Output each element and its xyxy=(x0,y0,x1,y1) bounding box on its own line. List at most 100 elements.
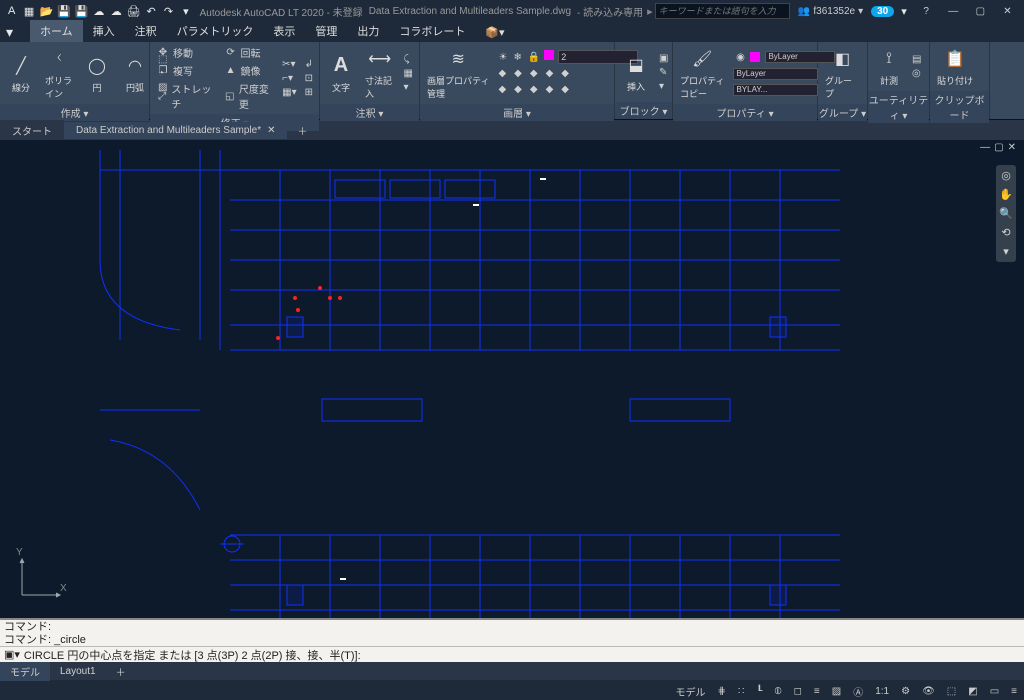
search-input[interactable] xyxy=(655,3,790,19)
layer-tool-3[interactable]: ◆ xyxy=(528,67,540,80)
panel-annotate-title[interactable]: 注釈 ▾ xyxy=(320,104,419,121)
scale-button[interactable]: ◱尺度変更 xyxy=(222,80,277,112)
redo-icon[interactable]: ↷ xyxy=(161,3,176,19)
vc-close-icon[interactable]: ✕ xyxy=(1008,142,1016,153)
layer-properties-button[interactable]: ≋画層プロパティ 管理 xyxy=(424,44,492,102)
modify-extra-3[interactable]: ⊞ xyxy=(303,86,315,99)
text-button[interactable]: A文字 xyxy=(324,51,358,96)
minimize-icon[interactable]: ― xyxy=(941,3,966,19)
panel-layers-title[interactable]: 画層 ▾ xyxy=(420,104,614,121)
panel-draw-title[interactable]: 作成 ▾ xyxy=(0,104,149,121)
layer-lock-icon[interactable]: 🔒 xyxy=(526,50,542,64)
line-button[interactable]: ╱線分 xyxy=(4,51,38,96)
tab-output[interactable]: 出力 xyxy=(347,20,389,42)
status-ws-icon[interactable]: ⚙ xyxy=(898,686,913,697)
user-button[interactable]: 👥 f361352e ▾ xyxy=(798,6,863,17)
layer-tool-8[interactable]: ◆ xyxy=(528,83,540,96)
block-attr[interactable]: ▾ xyxy=(657,80,670,93)
status-iso-icon[interactable]: ⬚ xyxy=(944,686,959,697)
cloud-save-icon[interactable]: ☁ xyxy=(109,3,124,19)
tab-start[interactable]: スタート xyxy=(0,120,64,141)
tab-featured[interactable]: 📦▾ xyxy=(475,23,514,42)
status-annoscale-icon[interactable]: Ⓐ xyxy=(850,684,866,699)
tab-parametric[interactable]: パラメトリック xyxy=(167,20,264,42)
tab-add-button[interactable]: ＋ xyxy=(287,120,317,141)
layer-freeze-icon[interactable]: ❄ xyxy=(511,50,523,64)
block-edit[interactable]: ✎ xyxy=(657,66,670,79)
status-annomon-icon[interactable]: 👁 xyxy=(919,686,938,697)
qat-custom-icon[interactable]: ▾ xyxy=(178,3,193,19)
new-icon[interactable]: ▦ xyxy=(21,3,36,19)
layer-tool-7[interactable]: ◆ xyxy=(512,83,524,96)
save-icon[interactable]: 💾 xyxy=(56,3,71,19)
status-transparency-icon[interactable]: ▨ xyxy=(829,686,844,697)
measure-button[interactable]: ⟟計測 xyxy=(872,44,906,89)
tab-manage[interactable]: 管理 xyxy=(305,20,347,42)
layer-tool-2[interactable]: ◆ xyxy=(512,67,524,80)
tab-model[interactable]: モデル xyxy=(0,662,50,681)
status-lwt-icon[interactable]: ≡ xyxy=(811,686,823,697)
fillet-button[interactable]: ⌐▾ xyxy=(280,72,298,85)
layer-tool-1[interactable]: ◆ xyxy=(496,67,508,80)
status-clean-icon[interactable]: ▭ xyxy=(987,686,1002,697)
nav-zoom-icon[interactable]: 🔍 xyxy=(999,207,1013,220)
help-icon[interactable]: ? xyxy=(914,3,939,19)
undo-icon[interactable]: ↶ xyxy=(143,3,158,19)
layer-tool-4[interactable]: ◆ xyxy=(544,67,556,80)
rotate-button[interactable]: ⟳回転 xyxy=(222,44,277,61)
annotate-extra[interactable]: ▾ xyxy=(402,81,415,94)
open-icon[interactable]: 📂 xyxy=(39,3,54,19)
layer-tool-9[interactable]: ◆ xyxy=(544,83,556,96)
trim-button[interactable]: ✂▾ xyxy=(280,58,298,71)
nav-orbit-icon[interactable]: ⟲ xyxy=(1001,226,1010,239)
ribbon-minimize-icon[interactable]: ▾ xyxy=(6,24,13,41)
tab-collaborate[interactable]: コラボレート xyxy=(389,20,475,42)
layer-tool-10[interactable]: ◆ xyxy=(559,83,571,96)
stretch-button[interactable]: ⤢ストレッチ xyxy=(154,80,218,112)
close-icon[interactable]: ✕ xyxy=(995,3,1020,19)
tab-close-icon[interactable]: ✕ xyxy=(267,125,275,136)
panel-block-title[interactable]: ブロック ▾ xyxy=(615,102,672,119)
circle-button[interactable]: ◯円 xyxy=(80,51,114,96)
tab-home[interactable]: ホーム xyxy=(30,20,83,42)
tab-insert[interactable]: 挿入 xyxy=(83,20,125,42)
saveas-icon[interactable]: 💾 xyxy=(74,3,89,19)
status-custom-icon[interactable]: ≡ xyxy=(1008,686,1020,697)
tab-layout1[interactable]: Layout1 xyxy=(50,664,106,679)
layer-off-icon[interactable]: ☀ xyxy=(496,50,509,64)
status-hw-icon[interactable]: ◩ xyxy=(965,686,980,697)
vc-max-icon[interactable]: ▢ xyxy=(994,142,1003,153)
modify-extra-1[interactable]: ↲ xyxy=(303,58,315,71)
util-1[interactable]: ▤ xyxy=(910,53,923,66)
status-scale[interactable]: 1:1 xyxy=(872,686,892,697)
autodesk-app-icon[interactable]: ▾ xyxy=(896,3,911,19)
insert-block-button[interactable]: ⬓挿入 xyxy=(619,50,653,95)
block-create[interactable]: ▣ xyxy=(657,52,670,65)
vc-min-icon[interactable]: ― xyxy=(980,142,990,153)
command-line[interactable]: ▣▾ CIRCLE 円の中心点を指定 または [3 点(3P) 2 点(2P) … xyxy=(0,646,1024,662)
status-grid-icon[interactable]: ⋕ xyxy=(715,686,729,697)
mirror-button[interactable]: ▲鏡像 xyxy=(222,62,277,79)
nav-pan-icon[interactable]: ✋ xyxy=(999,188,1013,201)
layer-tool-5[interactable]: ◆ xyxy=(559,67,571,80)
tab-layout-add[interactable]: ＋ xyxy=(106,662,136,681)
layer-tool-6[interactable]: ◆ xyxy=(496,83,508,96)
leader-button[interactable]: ⤹ xyxy=(402,53,415,66)
drawing-area[interactable]: ― ▢ ✕ ◎ ✋ 🔍 ⟲ ▾ Y X xyxy=(0,140,1024,618)
status-osnap-icon[interactable]: ◻ xyxy=(791,686,805,697)
maximize-icon[interactable]: ▢ xyxy=(968,3,993,19)
panel-group-title[interactable]: グループ ▾ xyxy=(818,104,867,121)
tab-document[interactable]: Data Extraction and Multileaders Sample*… xyxy=(64,122,287,139)
status-snap-icon[interactable]: ∷ xyxy=(735,686,747,697)
status-polar-icon[interactable]: ⦶ xyxy=(771,686,784,697)
util-2[interactable]: ◎ xyxy=(910,67,923,80)
status-model[interactable]: モデル xyxy=(673,684,709,699)
polyline-button[interactable]: ᚲポリライン xyxy=(42,44,76,102)
matchprop-button[interactable]: 🖌プロパティ コピー xyxy=(677,44,727,102)
tab-annotate[interactable]: 注釈 xyxy=(125,20,167,42)
tab-view[interactable]: 表示 xyxy=(263,20,305,42)
modify-extra-2[interactable]: ⊡ xyxy=(303,72,315,85)
panel-properties-title[interactable]: プロパティ ▾ xyxy=(673,104,817,121)
nav-expand-icon[interactable]: ▾ xyxy=(1003,245,1009,258)
arc-button[interactable]: ◠円弧 xyxy=(118,51,152,96)
